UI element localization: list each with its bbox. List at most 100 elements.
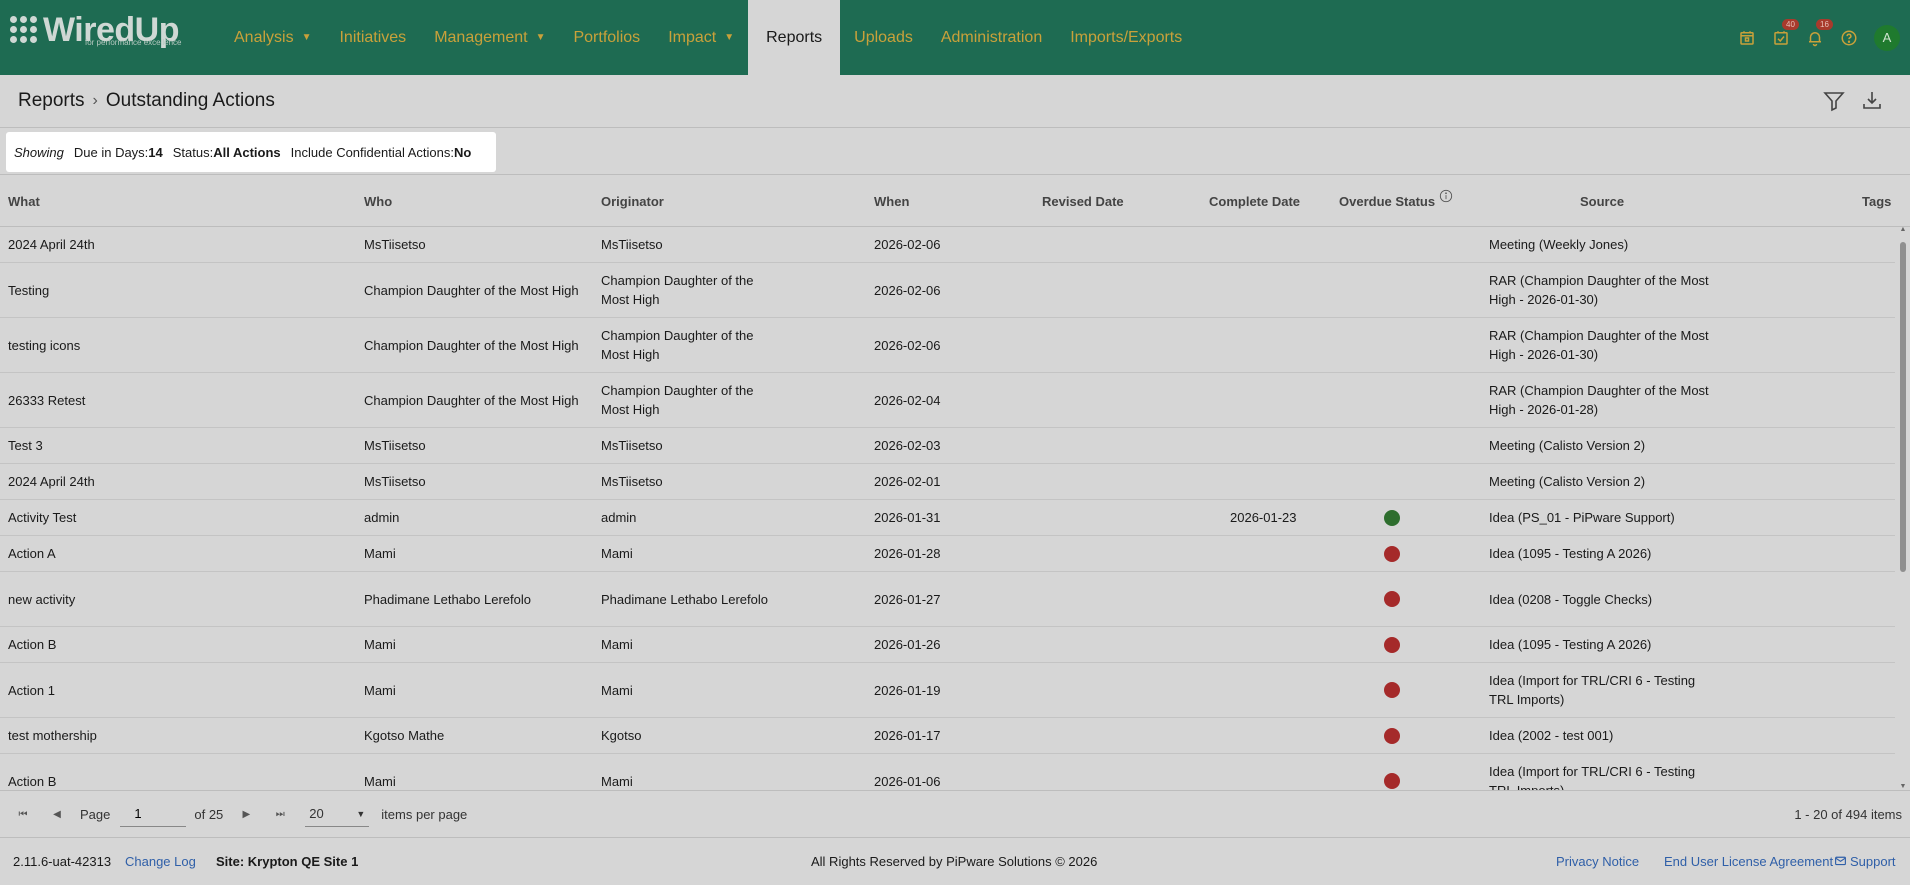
logo-tagline: for performance excellence xyxy=(85,38,182,47)
table-row[interactable]: Testing Champion Daughter of the Most Hig… xyxy=(0,263,1895,318)
nav-imports-exports[interactable]: Imports/Exports xyxy=(1056,0,1196,75)
cell-revised-date xyxy=(1042,754,1162,791)
table-row[interactable]: Action B Mami Mami 2026-01-26 Idea (1095 - T… xyxy=(0,627,1895,663)
col-revised-date[interactable]: Revised Date xyxy=(1042,175,1124,227)
privacy-notice-link[interactable]: Privacy Notice xyxy=(1556,854,1639,869)
nav-initiatives[interactable]: Initiatives xyxy=(325,0,420,75)
cell-what: Action B xyxy=(8,754,348,791)
filter-icon[interactable] xyxy=(1822,89,1846,113)
scroll-up-icon[interactable]: ▲ xyxy=(1898,226,1908,233)
main-nav: Analysis ▼ Initiatives Management ▼ Portfo… xyxy=(220,0,1196,75)
cell-originator-text: Mami xyxy=(601,773,633,789)
cell-revised-date xyxy=(1042,500,1162,535)
nav-management[interactable]: Management ▼ xyxy=(420,0,559,75)
bell-icon[interactable]: 16 xyxy=(1798,0,1833,75)
table-row[interactable]: testing icons Champion Daughter of the Mo… xyxy=(0,318,1895,373)
nav-analysis[interactable]: Analysis ▼ xyxy=(220,0,325,75)
cell-who-text: Mami xyxy=(364,682,396,698)
cell-source: Idea (1095 - Testing A 2026) xyxy=(1489,627,1719,662)
per-page-select[interactable]: 20 ▼ xyxy=(305,801,370,827)
cell-what: testing icons xyxy=(8,318,348,372)
nav-label: Portfolios xyxy=(573,28,641,46)
scroll-down-icon[interactable]: ▼ xyxy=(1898,783,1908,790)
scrollbar-thumb[interactable] xyxy=(1900,242,1906,572)
change-log-link[interactable]: Change Log xyxy=(125,854,196,869)
table-row[interactable]: 2024 April 24th MsTiisetso MsTiisetso 2026-… xyxy=(0,464,1895,500)
cell-when: 2026-02-03 xyxy=(874,428,974,463)
cell-when-text: 2026-01-06 xyxy=(874,773,941,789)
per-page-label: items per page xyxy=(381,806,468,822)
table-row[interactable]: Action 1 Mami Mami 2026-01-19 Idea (Import f… xyxy=(0,663,1895,718)
download-icon[interactable] xyxy=(1860,89,1884,113)
table-row[interactable]: Action A Mami Mami 2026-01-28 Idea (1095 - T… xyxy=(0,536,1895,572)
table-row[interactable]: Action B Mami Mami 2026-01-06 Idea (Import f… xyxy=(0,754,1895,791)
cell-who-text: Champion Daughter of the Most High xyxy=(364,282,579,298)
cell-what: 2024 April 24th xyxy=(8,227,348,262)
col-overdue-status[interactable]: Overdue Status xyxy=(1339,175,1453,227)
cell-when: 2026-01-31 xyxy=(874,500,974,535)
nav-portfolios[interactable]: Portfolios xyxy=(559,0,654,75)
col-what[interactable]: What xyxy=(8,175,40,227)
cell-source: Idea (2002 - test 001) xyxy=(1489,718,1719,753)
cell-what: Action B xyxy=(8,627,348,662)
cell-source-text: Idea (Import for TRL/CRI 6 - Testing TRL… xyxy=(1489,673,1696,707)
cell-complete-date xyxy=(1230,663,1330,717)
calendar-icon[interactable] xyxy=(1730,0,1764,75)
nav-label: Uploads xyxy=(854,28,913,46)
cell-originator: Champion Daughter of the Most High xyxy=(601,263,771,317)
nav-impact[interactable]: Impact ▼ xyxy=(654,0,748,75)
cell-complete-date xyxy=(1230,227,1330,262)
col-when[interactable]: When xyxy=(874,175,909,227)
table-row[interactable]: new activity Phadimane Lethabo Lerefolo Ph… xyxy=(0,572,1895,627)
table-row[interactable]: test mothership Kgotso Mathe Kgotso 2026-01… xyxy=(0,718,1895,754)
cell-when: 2026-02-06 xyxy=(874,227,974,262)
cell-source-text: Idea (Import for TRL/CRI 6 - Testing TRL… xyxy=(1489,764,1696,791)
table-row[interactable]: Test 3 MsTiisetso MsTiisetso 2026-02-03 Meet… xyxy=(0,428,1895,464)
nav-reports[interactable]: Reports xyxy=(748,0,841,75)
table-row[interactable]: Activity Test admin admin 2026-01-31 2026-01… xyxy=(0,500,1895,536)
user-avatar[interactable]: A xyxy=(1874,24,1900,51)
col-originator[interactable]: Originator xyxy=(601,175,664,227)
cell-what-text: testing icons xyxy=(8,337,81,353)
page-number-input[interactable] xyxy=(120,801,187,827)
confidential-label: Include Confidential Actions: xyxy=(290,144,454,160)
last-page-icon[interactable]: ⏭ xyxy=(269,803,291,825)
first-page-icon[interactable]: ⏮ xyxy=(12,803,34,825)
cell-originator-text: Champion Daughter of the Most High xyxy=(601,328,754,362)
cell-what-text: Action B xyxy=(8,773,57,789)
cell-source: Idea (0208 - Toggle Checks) xyxy=(1489,572,1719,626)
eula-link[interactable]: End User License Agreement xyxy=(1664,854,1833,869)
table-row[interactable]: 2024 April 24th MsTiisetso MsTiisetso 2026-… xyxy=(0,227,1895,263)
col-complete-date[interactable]: Complete Date xyxy=(1209,175,1300,227)
overdue-status-dot xyxy=(1384,591,1400,607)
cell-revised-date xyxy=(1042,464,1162,499)
cell-when-text: 2026-01-28 xyxy=(874,546,941,561)
status-label: Status: xyxy=(172,144,214,160)
tasks-icon[interactable]: 40 xyxy=(1764,0,1799,75)
cell-overdue-status xyxy=(1384,373,1404,427)
cell-source-text: RAR (Champion Daughter of the Most High … xyxy=(1489,328,1709,362)
help-icon[interactable] xyxy=(1832,0,1866,75)
cell-who: Mami xyxy=(364,536,594,571)
caret-down-icon: ▼ xyxy=(724,32,735,43)
cell-complete-date xyxy=(1230,318,1330,372)
table-scrollbar[interactable]: ▲ ▼ xyxy=(1898,226,1908,790)
due-label: Due in Days: xyxy=(73,144,149,160)
cell-revised-date xyxy=(1042,663,1162,717)
breadcrumb-root[interactable]: Reports xyxy=(18,90,85,112)
nav-uploads[interactable]: Uploads xyxy=(840,0,927,75)
info-icon[interactable] xyxy=(1439,189,1453,206)
support-link[interactable]: Support xyxy=(1834,854,1896,870)
next-page-icon[interactable]: ▶ xyxy=(235,803,257,825)
prev-page-icon[interactable]: ◀ xyxy=(46,803,68,825)
cell-originator-text: admin xyxy=(601,510,637,525)
table-row[interactable]: 26333 Retest Champion Daughter of the Mos… xyxy=(0,373,1895,428)
nav-administration[interactable]: Administration xyxy=(927,0,1056,75)
col-tags[interactable]: Tags xyxy=(1862,175,1891,227)
cell-overdue-status xyxy=(1384,263,1404,317)
col-who[interactable]: Who xyxy=(364,175,392,227)
site-label: Site: Krypton QE Site 1 xyxy=(216,854,359,869)
cell-revised-date xyxy=(1042,428,1162,463)
col-source[interactable]: Source xyxy=(1580,175,1624,227)
cell-source-text: Idea (1095 - Testing A 2026) xyxy=(1489,637,1652,652)
